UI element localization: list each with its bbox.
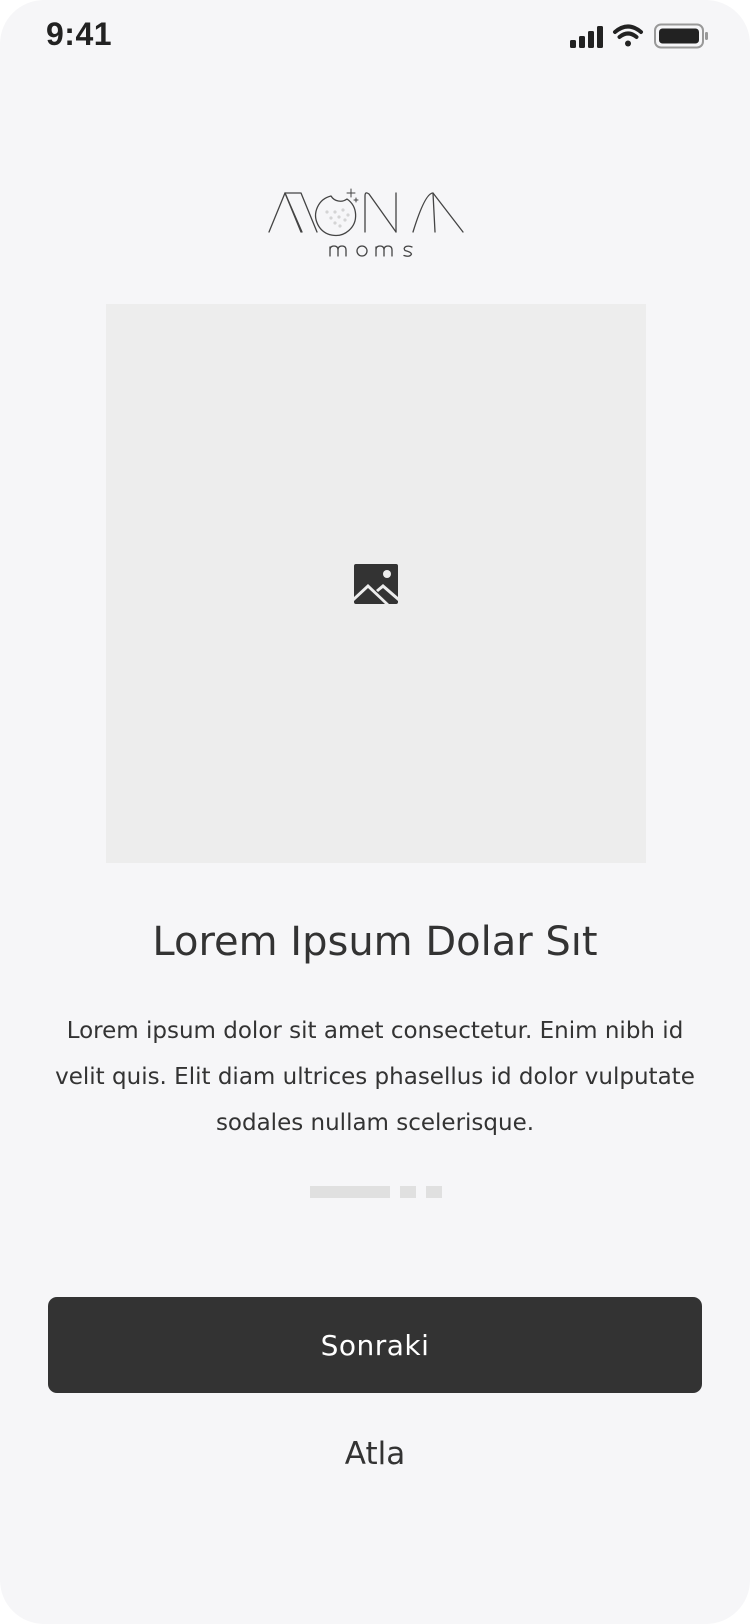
battery-icon (654, 23, 708, 49)
page-indicator-dot (426, 1186, 442, 1198)
mona-moms-logo: MONA moms (265, 188, 485, 263)
status-time: 9:41 (46, 16, 113, 52)
page-indicator-active (310, 1186, 390, 1198)
next-button[interactable]: Sonraki (48, 1297, 702, 1393)
status-icons (570, 22, 710, 52)
page-indicator-dot (400, 1186, 416, 1198)
image-placeholder-icon (354, 563, 398, 604)
onboarding-description: Lorem ipsum dolor sit amet consectetur. … (55, 1018, 695, 1136)
cellular-signal-icon (570, 26, 603, 48)
onboarding-screen: 9:41 Lorem Ipsum Dolar Sıt Lorem ipsum d… (0, 0, 750, 1624)
status-bar: 9:41 (0, 0, 750, 80)
skip-button[interactable]: Atla (0, 1432, 750, 1476)
onboarding-title: Lorem Ipsum Dolar Sıt (152, 919, 598, 965)
onboarding-image-placeholder (106, 304, 646, 863)
wifi-icon (613, 24, 643, 47)
